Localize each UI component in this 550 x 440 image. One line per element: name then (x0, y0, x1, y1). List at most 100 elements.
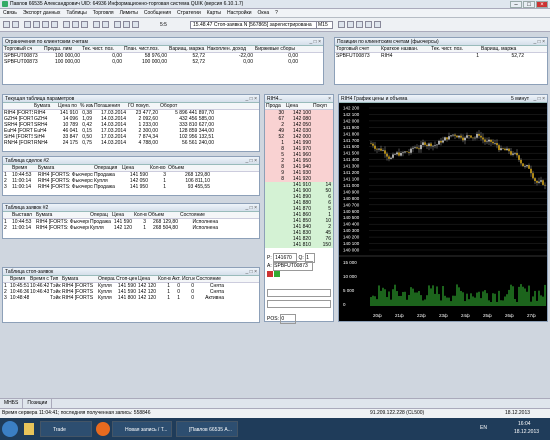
col-header[interactable] (3, 103, 33, 109)
candles-icon[interactable] (356, 21, 363, 28)
window-controls[interactable]: _ □ × (246, 269, 258, 275)
close-button[interactable]: × (536, 1, 548, 8)
col-header[interactable]: Кол-во (157, 276, 171, 282)
col-header[interactable]: Время (9, 276, 29, 282)
col-header[interactable]: Операц (97, 276, 115, 282)
table-row[interactable]: SPBFUT00873 RIH4 1 52,72 (335, 53, 547, 59)
new-order-icon[interactable] (24, 21, 31, 28)
col-header[interactable]: Кол-во (133, 212, 147, 218)
menu-item-export[interactable]: Экспорт данных (20, 9, 64, 18)
explorer-icon[interactable] (24, 423, 34, 435)
disconnect-icon[interactable] (12, 21, 19, 28)
col-header[interactable]: Время (11, 165, 37, 171)
search-icon[interactable] (132, 21, 139, 28)
col-header[interactable] (3, 165, 11, 171)
zoom-in-icon[interactable] (338, 21, 345, 28)
col-header[interactable]: Бумага (37, 165, 93, 171)
line-icon[interactable] (374, 21, 381, 28)
col-header[interactable]: Исп.кол (181, 276, 195, 282)
window-controls[interactable]: _ □ × (534, 39, 546, 45)
comment-field[interactable] (267, 300, 331, 308)
window-controls[interactable]: _ □ × (246, 205, 258, 211)
buy-button[interactable] (274, 271, 281, 277)
menu-item-maps[interactable]: Карты (204, 9, 224, 18)
col-header[interactable]: Тек. чист. поз. (430, 46, 480, 52)
col-header[interactable]: Торговый сч (3, 46, 43, 52)
start-button[interactable] (2, 421, 18, 437)
menu-item-windows[interactable]: Окна (255, 9, 273, 18)
col-header[interactable]: Оборот (159, 103, 215, 109)
col-header[interactable]: Операц (89, 212, 111, 218)
col-header[interactable]: План. чист.поз. (123, 46, 168, 52)
bid-row[interactable]: 141 810 150 (265, 242, 333, 248)
tab-positions[interactable]: Позиции (23, 399, 53, 408)
menu-item-trade[interactable]: Торговля (90, 9, 117, 18)
window-controls[interactable]: _ □ × (310, 39, 322, 45)
col-header[interactable]: Предш. лим (43, 46, 81, 52)
col-header[interactable]: Бумага (61, 276, 97, 282)
table-row[interactable]: 3 10:48:48 Тэйк RIH4 [FORTS Купля 141 800 142 … (3, 295, 259, 301)
window-controls[interactable]: _ □ × (534, 96, 546, 102)
col-header[interactable]: ГО покуп. (127, 103, 159, 109)
firefox-icon[interactable] (96, 422, 110, 436)
col-header[interactable]: Тип (49, 276, 61, 282)
menu-item-svyaz[interactable]: Связь (0, 9, 20, 18)
sell-button[interactable] (267, 271, 273, 277)
menu-item-settings[interactable]: Настройки (224, 9, 255, 18)
col-header[interactable]: Объем (147, 212, 179, 218)
col-header[interactable]: Цена (121, 165, 149, 171)
lock-icon[interactable] (102, 21, 109, 28)
col-header[interactable]: Погашения (93, 103, 127, 109)
bars-icon[interactable] (365, 21, 372, 28)
col-header[interactable]: Торговый счет (335, 46, 380, 52)
table-row[interactable]: 2 11:00:14 RIH4 [FORTS: Фьючерсы]Купля 142 … (3, 225, 259, 231)
col-header[interactable]: Операция (93, 165, 121, 171)
print-icon[interactable] (63, 21, 70, 28)
interval-select[interactable]: M15 (316, 21, 333, 29)
chart-icon[interactable] (51, 21, 58, 28)
window-controls[interactable]: _ □ × (246, 96, 258, 102)
zoom-out-icon[interactable] (347, 21, 354, 28)
col-header[interactable]: Время сн (29, 276, 49, 282)
taskbar-item-quik[interactable]: [Павлов 66535 A... (176, 421, 238, 437)
menu-item-help[interactable]: ? (272, 9, 281, 18)
col-header[interactable] (3, 212, 11, 218)
col-header[interactable]: Состояние (179, 212, 219, 218)
window-controls[interactable]: × (328, 96, 331, 102)
minimize-button[interactable]: – (510, 1, 522, 8)
col-header[interactable]: Состояние (195, 276, 225, 282)
copy-icon[interactable] (72, 21, 79, 28)
col-header[interactable]: Выставл (11, 212, 35, 218)
col-header[interactable]: Акт.к (171, 276, 181, 282)
col-header[interactable]: Накоплен. доход (206, 46, 254, 52)
col-header[interactable]: Биржевые сборы (254, 46, 299, 52)
col-header[interactable]: Краткое назван. (380, 46, 430, 52)
price-chart[interactable]: 142 200142 100142 000 141 900141 800 141 7… (339, 104, 547, 322)
account-select[interactable]: SPBFUT00873 (273, 261, 314, 271)
col-header[interactable]: Бумага (35, 212, 89, 218)
link-icon[interactable] (114, 21, 121, 28)
col-header[interactable]: Бумага (33, 103, 57, 109)
col-header[interactable]: Вариац. маржа (168, 46, 206, 52)
col-header[interactable]: Стоп-цена (115, 276, 137, 282)
table-row[interactable]: 3 11:00:14 RIH4 [FORTS: Фьючерсы] Продажа 14… (3, 184, 259, 190)
menu-item-messages[interactable]: Сообщения (141, 9, 174, 18)
col-header[interactable]: Цена (137, 276, 157, 282)
filter-icon[interactable] (81, 21, 88, 28)
menu-item-tables[interactable]: Таблицы (63, 9, 89, 18)
edit-icon[interactable] (93, 21, 100, 28)
col-header[interactable]: Вариац. маржа (480, 46, 525, 52)
taskbar-item-trade[interactable]: Trade (40, 421, 92, 437)
connect-icon[interactable] (3, 21, 10, 28)
table-icon[interactable] (42, 21, 49, 28)
col-header[interactable]: Цена (111, 212, 133, 218)
table-row[interactable]: RNH4 [FORTSRNH4 24 175 0,75 14.03.2014 4 788… (3, 140, 259, 146)
menu-item-strategies[interactable]: Стратегии (174, 9, 204, 18)
col-header[interactable]: Цена по (57, 103, 79, 109)
col-header[interactable]: % изм (79, 103, 93, 109)
col-header[interactable]: Кол-во (149, 165, 167, 171)
cut-icon[interactable] (123, 21, 130, 28)
table-row[interactable]: SPBFUT00873 100 000,00 0,00 100 000,00 52,72… (3, 59, 323, 65)
taskbar-item-post[interactable]: Новая запись / T... (112, 421, 172, 437)
col-header[interactable]: Объем (167, 165, 211, 171)
